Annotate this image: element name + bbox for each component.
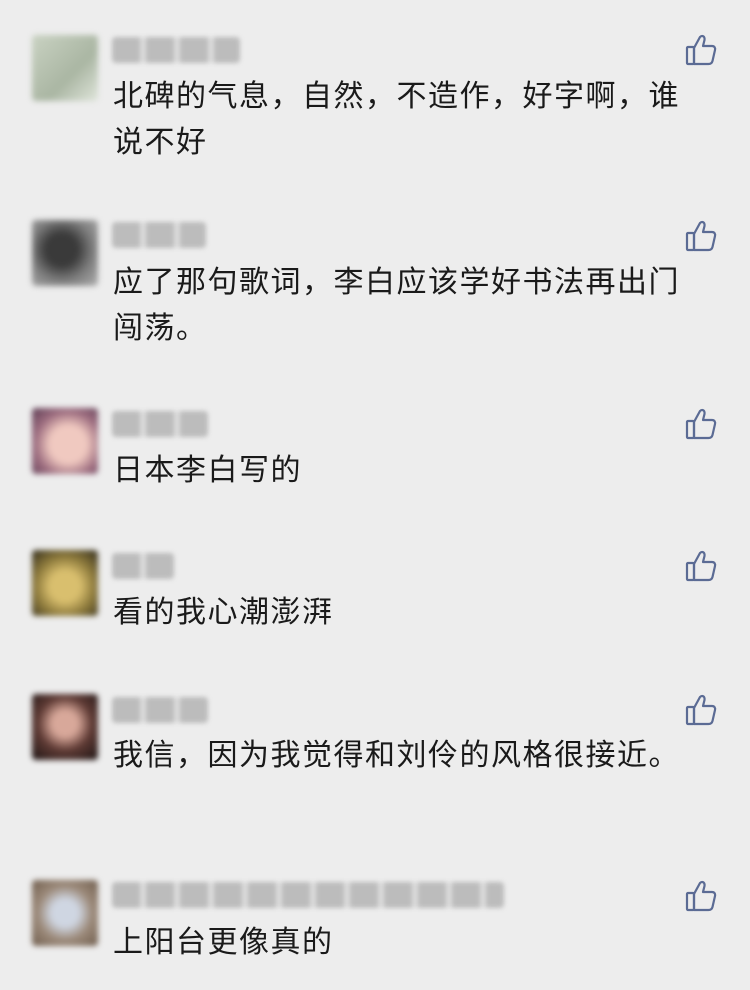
comment-list: 北碑的气息，自然，不造作，好字啊，谁说不好 应了那句歌词，李白应该学好书法再出门… [0, 0, 750, 990]
thumbs-up-icon [685, 880, 717, 912]
like-button[interactable] [683, 878, 719, 914]
avatar[interactable] [32, 880, 98, 946]
comment-item: 上阳台更像真的 [0, 0, 750, 990]
username-blurred[interactable] [112, 882, 504, 908]
comment-text: 上阳台更像真的 [113, 925, 334, 960]
